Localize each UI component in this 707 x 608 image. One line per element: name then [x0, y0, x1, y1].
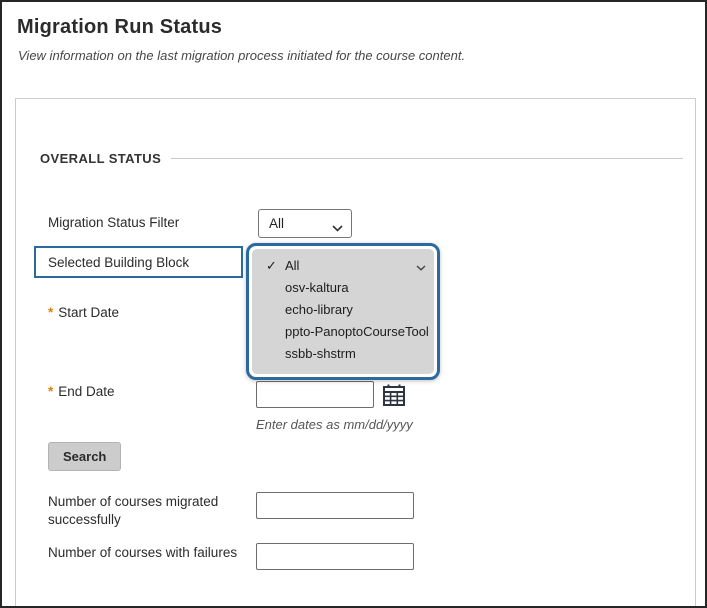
dropdown-option-label: echo-library: [285, 302, 353, 317]
page-title: Migration Run Status: [17, 16, 222, 39]
courses-failures-input[interactable]: [256, 543, 414, 570]
chevron-down-icon: [416, 259, 426, 274]
chevron-down-icon: [332, 220, 343, 227]
selected-building-block-label-text: Selected Building Block: [48, 255, 189, 270]
dropdown-option-ppto-panopto[interactable]: ppto-PanoptoCourseTool: [252, 321, 434, 343]
dropdown-option-osv-kaltura[interactable]: osv-kaltura: [252, 277, 434, 299]
page-subtitle: View information on the last migration p…: [18, 48, 465, 63]
dropdown-option-label: osv-kaltura: [285, 280, 349, 295]
end-date-label: * End Date: [48, 383, 115, 401]
dropdown-option-list: ✓ All osv-kaltura echo-library ppto-Pano…: [252, 249, 434, 374]
search-button[interactable]: Search: [48, 442, 121, 471]
selected-building-block-label: Selected Building Block: [34, 246, 243, 278]
courses-migrated-input[interactable]: [256, 492, 414, 519]
section-divider: [171, 158, 683, 159]
selected-building-block-dropdown[interactable]: ✓ All osv-kaltura echo-library ppto-Pano…: [246, 243, 440, 380]
end-date-input[interactable]: [256, 381, 374, 408]
courses-failures-label: Number of courses with failures: [48, 544, 237, 562]
dropdown-option-label: ssbb-shstrm: [285, 346, 356, 361]
start-date-label-text: Start Date: [58, 305, 119, 320]
dropdown-option-label: All: [285, 258, 299, 273]
courses-migrated-label: Number of courses migrated successfully: [48, 493, 253, 529]
required-asterisk: *: [48, 305, 53, 320]
calendar-picker-button[interactable]: [380, 381, 407, 408]
dropdown-option-echo-library[interactable]: echo-library: [252, 299, 434, 321]
dropdown-option-label: ppto-PanoptoCourseTool: [285, 324, 429, 339]
section-title: OVERALL STATUS: [40, 151, 161, 166]
calendar-icon: [382, 383, 406, 407]
overall-status-panel: OVERALL STATUS Migration Status Filter A…: [15, 98, 696, 608]
migration-run-status-page: Migration Run Status View information on…: [0, 0, 707, 608]
migration-status-filter-value: All: [269, 216, 284, 231]
checkmark-icon: ✓: [266, 255, 277, 277]
migration-status-filter-label: Migration Status Filter: [48, 214, 179, 232]
dropdown-option-all[interactable]: ✓ All: [252, 255, 434, 277]
dropdown-option-ssbb-shstrm[interactable]: ssbb-shstrm: [252, 343, 434, 365]
end-date-label-text: End Date: [58, 384, 114, 399]
date-format-hint: Enter dates as mm/dd/yyyy: [256, 417, 413, 432]
section-header: OVERALL STATUS: [40, 151, 683, 166]
start-date-label: * Start Date: [48, 304, 119, 322]
required-asterisk: *: [48, 384, 53, 399]
migration-status-filter-select[interactable]: All: [258, 209, 352, 238]
